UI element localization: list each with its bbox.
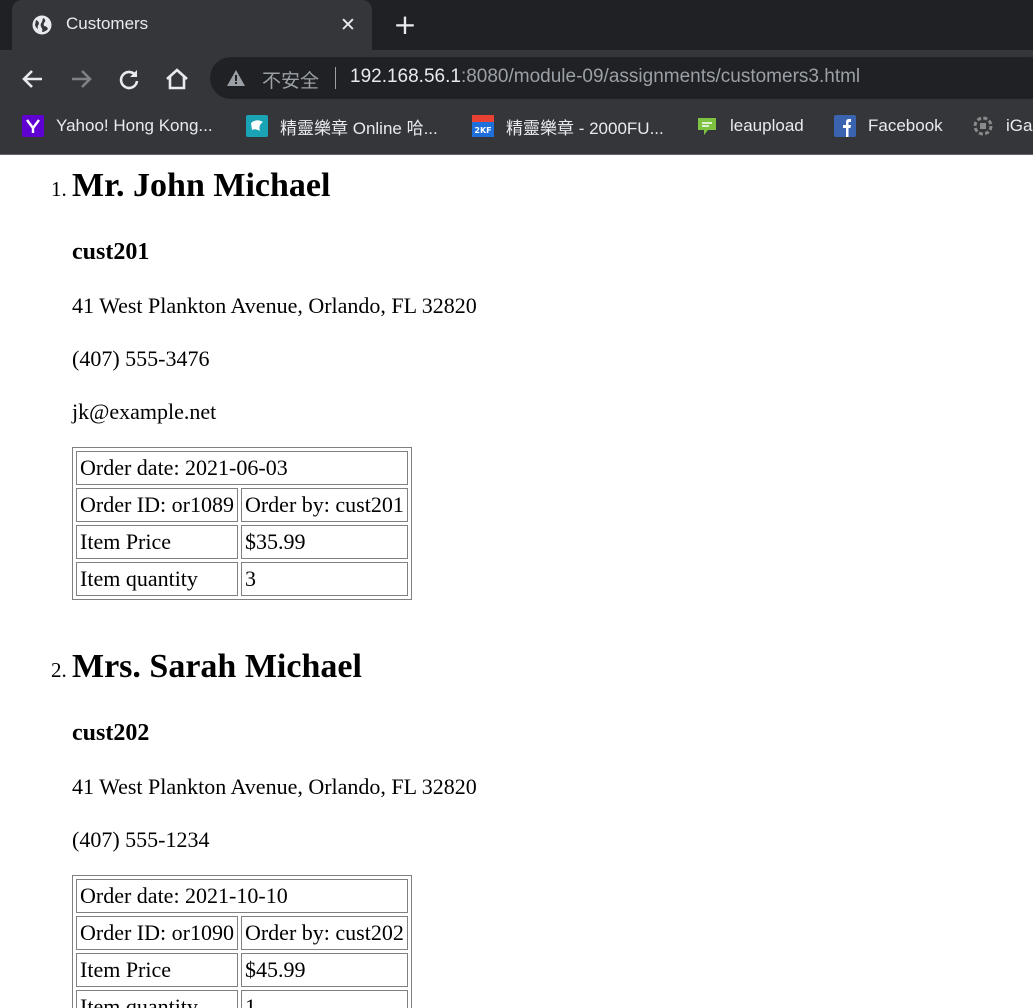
back-icon[interactable]: [20, 66, 46, 92]
customer-list: Mr. John Michael cust201 41 West Plankto…: [0, 167, 1033, 1008]
tab-customers[interactable]: Customers ✕: [12, 0, 372, 50]
item-quantity: 1: [240, 990, 408, 1008]
bookmark-iga[interactable]: iGa: [972, 113, 1032, 139]
item-price: $35.99: [240, 525, 408, 559]
item-price-label: Item Price: [76, 525, 238, 559]
item-price: $45.99: [240, 953, 408, 987]
bookmark-online[interactable]: 精靈樂章 Online 哈...: [246, 113, 438, 139]
table-row: Order ID: or1090 Order by: cust202: [76, 916, 408, 950]
chat-icon: [698, 118, 716, 135]
customer-id: cust201: [72, 239, 150, 265]
order-by: Order by: cust202: [240, 916, 408, 950]
order-table: Order date: 2021-06-03 Order ID: or1089 …: [72, 447, 412, 600]
page-content: Mr. John Michael cust201 41 West Plankto…: [0, 155, 1033, 1008]
customer-item: Mr. John Michael cust201 41 West Plankto…: [72, 167, 1033, 636]
table-row: Item quantity 3: [76, 562, 408, 596]
2kf-icon: 2KF: [472, 115, 494, 137]
bookmark-facebook[interactable]: Facebook: [834, 113, 943, 139]
home-icon[interactable]: [164, 66, 190, 92]
item-quantity-label: Item quantity: [76, 562, 238, 596]
reload-icon[interactable]: [116, 66, 142, 92]
gear-icon: [973, 116, 993, 136]
order-id: Order ID: or1089: [76, 488, 238, 522]
order-date: Order date: 2021-10-10: [76, 879, 408, 913]
table-row: Order date: 2021-10-10: [76, 879, 408, 913]
bookmark-yahoo[interactable]: Yahoo! Hong Kong...: [22, 113, 213, 139]
not-secure-label[interactable]: 不安全: [262, 66, 319, 93]
customer-name: Mrs. Sarah Michael: [72, 648, 362, 685]
svg-text:2KF: 2KF: [474, 126, 491, 135]
order-id: Order ID: or1090: [76, 916, 238, 950]
facebook-icon: [834, 115, 856, 137]
table-row: Item Price $35.99: [76, 525, 408, 559]
customer-name: Mr. John Michael: [72, 167, 331, 204]
customer-phone: (407) 555-1234: [72, 827, 210, 852]
bookmark-2000fu[interactable]: 2KF 精靈樂章 - 2000FU...: [472, 113, 664, 139]
customer-address: 41 West Plankton Avenue, Orlando, FL 328…: [72, 293, 477, 318]
table-row: Order ID: or1089 Order by: cust201: [76, 488, 408, 522]
customer-phone: (407) 555-3476: [72, 346, 210, 371]
tab-title: Customers: [66, 14, 149, 33]
item-price-label: Item Price: [76, 953, 238, 987]
order-date: Order date: 2021-06-03: [76, 451, 408, 485]
new-tab-button[interactable]: +: [392, 11, 418, 39]
yahoo-icon: [22, 115, 44, 137]
url-path: :8080/module-09/assignments/customers3.h…: [460, 66, 861, 87]
customer-address: 41 West Plankton Avenue, Orlando, FL 328…: [72, 774, 477, 799]
customer-item: Mrs. Sarah Michael cust202 41 West Plank…: [72, 648, 1033, 1008]
url-host: 192.168.56.1: [350, 66, 461, 87]
globe-icon: [32, 15, 52, 35]
omnibox-divider: [335, 67, 336, 89]
table-row: Item quantity 1: [76, 990, 408, 1008]
table-row: Item Price $45.99: [76, 953, 408, 987]
item-quantity: 3: [240, 562, 408, 596]
url-text[interactable]: 192.168.56.1:8080/module-09/assignments/…: [350, 66, 860, 88]
item-quantity-label: Item quantity: [76, 990, 238, 1008]
app-icon: [246, 115, 268, 137]
customer-id: cust202: [72, 720, 150, 746]
forward-icon[interactable]: [68, 66, 94, 92]
customer-email: jk@example.net: [72, 399, 217, 424]
bookmark-leaupload[interactable]: leaupload: [696, 113, 804, 139]
warning-icon[interactable]: [226, 68, 246, 88]
close-icon[interactable]: ✕: [338, 15, 358, 35]
order-by: Order by: cust201: [240, 488, 408, 522]
table-row: Order date: 2021-06-03: [76, 451, 408, 485]
browser-chrome: Customers ✕ + 不安全 192.168.56.1:8080/modu…: [0, 0, 1033, 155]
order-table: Order date: 2021-10-10 Order ID: or1090 …: [72, 875, 412, 1008]
